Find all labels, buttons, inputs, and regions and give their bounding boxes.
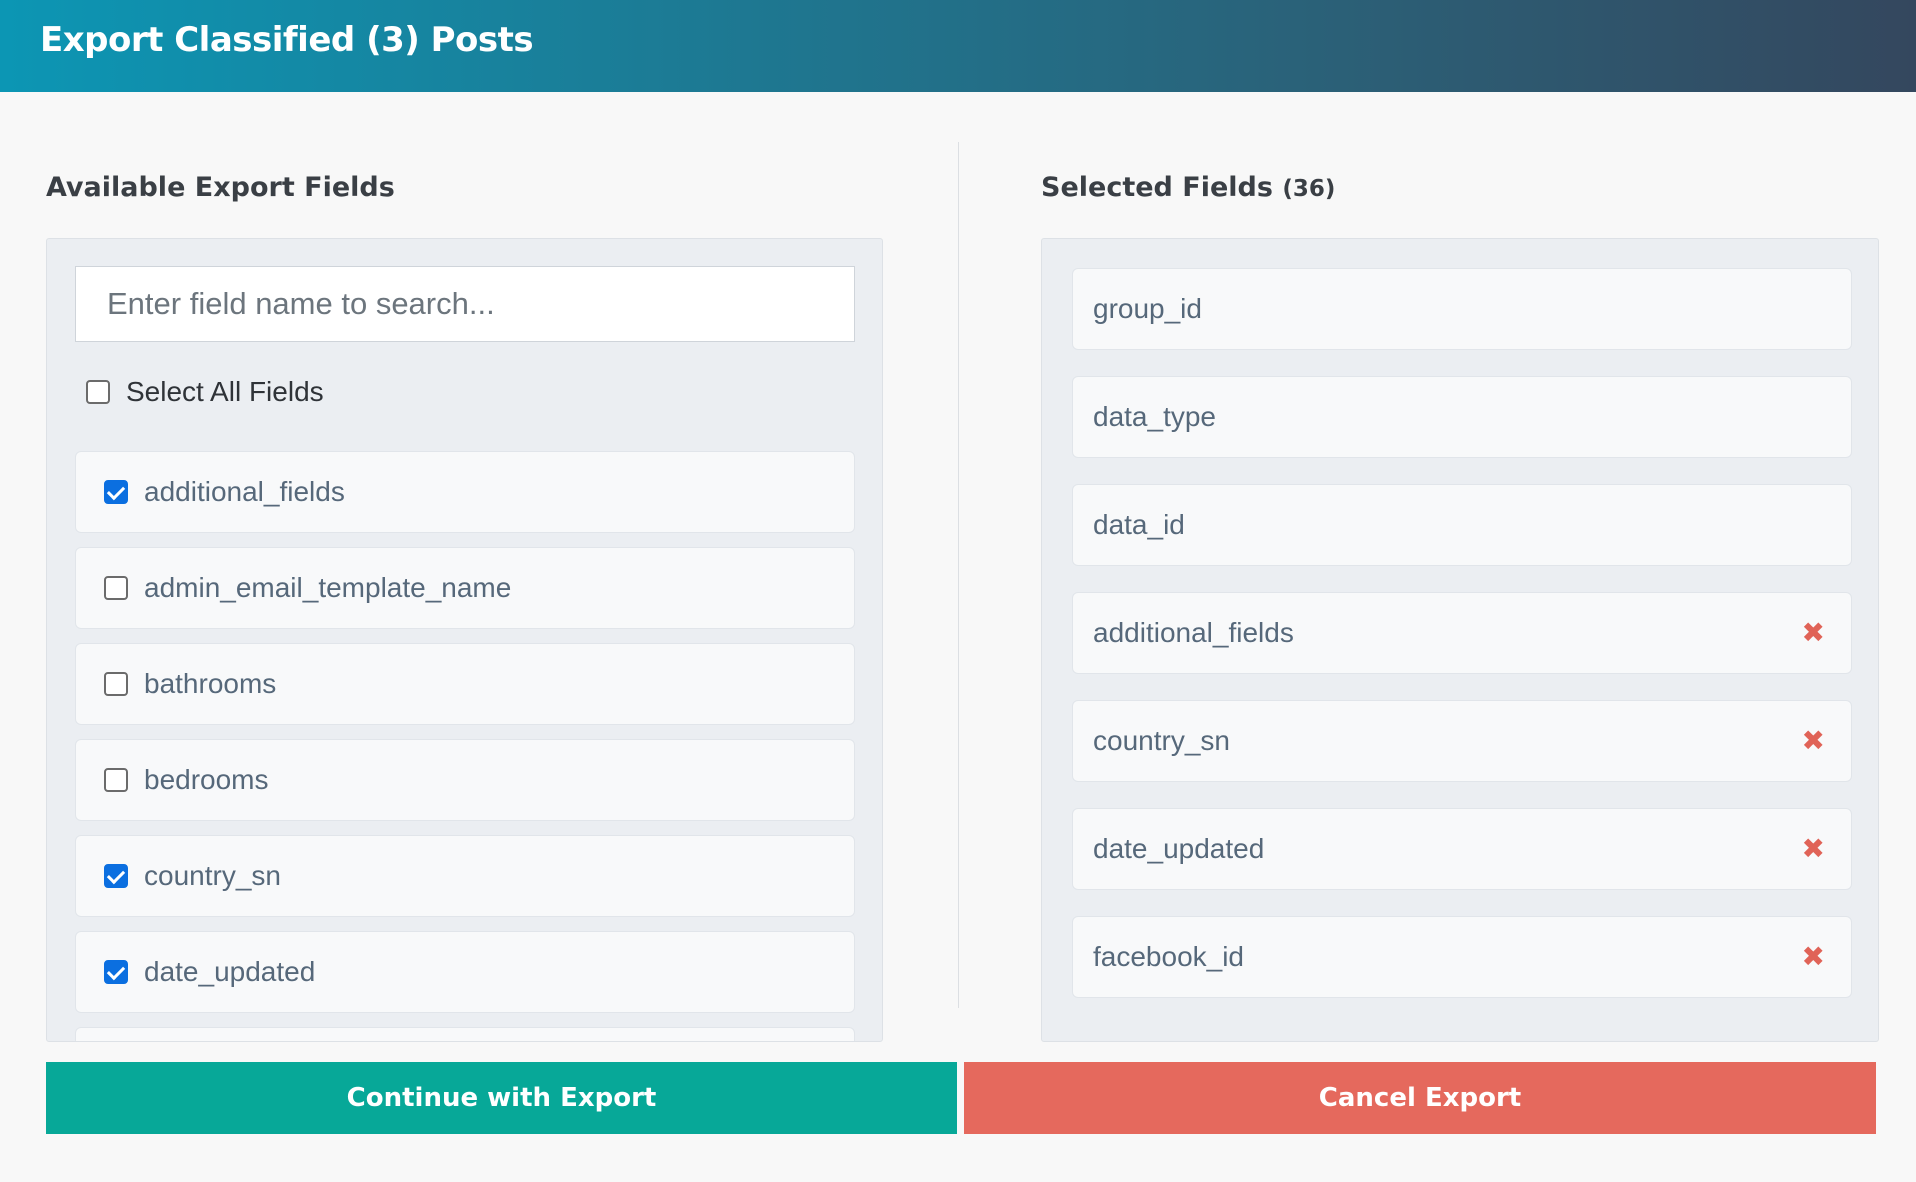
selected-field-label: country_sn [1093, 725, 1230, 756]
field-checkbox[interactable] [104, 864, 128, 888]
field-checkbox[interactable] [104, 672, 128, 696]
field-checkbox[interactable] [104, 576, 128, 600]
field-label: country_sn [144, 860, 281, 891]
remove-field-icon[interactable]: ✖ [1802, 943, 1825, 971]
available-fields-panel: Select All Fields additional_fields admi… [46, 238, 883, 1042]
selected-field-label: facebook_id [1093, 941, 1245, 972]
remove-field-icon[interactable]: ✖ [1802, 835, 1825, 863]
selected-field-item[interactable]: additional_fields ✖ [1072, 592, 1852, 674]
page-title: Export Classified (3) Posts [40, 20, 534, 60]
field-label: admin_email_template_name [144, 572, 512, 603]
selected-field-item[interactable]: country_sn ✖ [1072, 700, 1852, 782]
field-item[interactable]: country_sn [75, 835, 855, 917]
field-label: additional_fields [144, 476, 345, 507]
selected-field-label: additional_fields [1093, 617, 1294, 648]
field-checkbox[interactable] [104, 480, 128, 504]
column-divider [958, 142, 959, 1008]
remove-field-icon[interactable]: ✖ [1802, 619, 1825, 647]
page-header: Export Classified (3) Posts [0, 0, 1916, 92]
field-label: bedrooms [144, 764, 269, 795]
field-item[interactable]: additional_fields [75, 451, 855, 533]
select-all-checkbox[interactable] [86, 380, 110, 404]
field-label: bathrooms [144, 668, 277, 699]
select-all-fields[interactable]: Select All Fields [86, 372, 324, 412]
select-all-label: Select All Fields [126, 376, 324, 407]
selected-fields-panel: group_id data_type data_id additional_fi… [1041, 238, 1879, 1042]
field-item[interactable]: admin_email_template_name [75, 547, 855, 629]
field-label: date_updated [144, 956, 316, 987]
selected-field-item[interactable]: date_updated ✖ [1072, 808, 1852, 890]
field-checkbox[interactable] [104, 768, 128, 792]
selected-fields-title-text: Selected Fields [1041, 172, 1273, 203]
selected-field-item[interactable]: facebook_id ✖ [1072, 916, 1852, 998]
remove-field-icon[interactable]: ✖ [1802, 727, 1825, 755]
selected-field-label: data_type [1093, 401, 1216, 432]
field-item[interactable]: date_updated [75, 931, 855, 1013]
field-item[interactable]: bathrooms [75, 643, 855, 725]
field-checkbox[interactable] [104, 960, 128, 984]
field-search-input[interactable] [75, 266, 855, 342]
continue-export-button[interactable]: Continue with Export [46, 1062, 957, 1134]
selected-fields-title: Selected Fields (36) [1041, 172, 1335, 203]
selected-field-item[interactable]: group_id [1072, 268, 1852, 350]
available-fields-title: Available Export Fields [46, 172, 395, 203]
selected-field-list: group_id data_type data_id additional_fi… [1072, 268, 1852, 1024]
available-field-list: additional_fields admin_email_template_n… [75, 451, 855, 1041]
field-item[interactable]: bedrooms [75, 739, 855, 821]
cancel-export-button[interactable]: Cancel Export [964, 1062, 1876, 1134]
selected-field-label: data_id [1093, 509, 1185, 540]
selected-fields-count: (36) [1282, 176, 1336, 202]
selected-field-item[interactable]: data_id [1072, 484, 1852, 566]
selected-field-label: group_id [1093, 293, 1202, 324]
field-item-partial[interactable] [75, 1027, 855, 1041]
selected-field-item[interactable]: data_type [1072, 376, 1852, 458]
selected-field-label: date_updated [1093, 833, 1265, 864]
